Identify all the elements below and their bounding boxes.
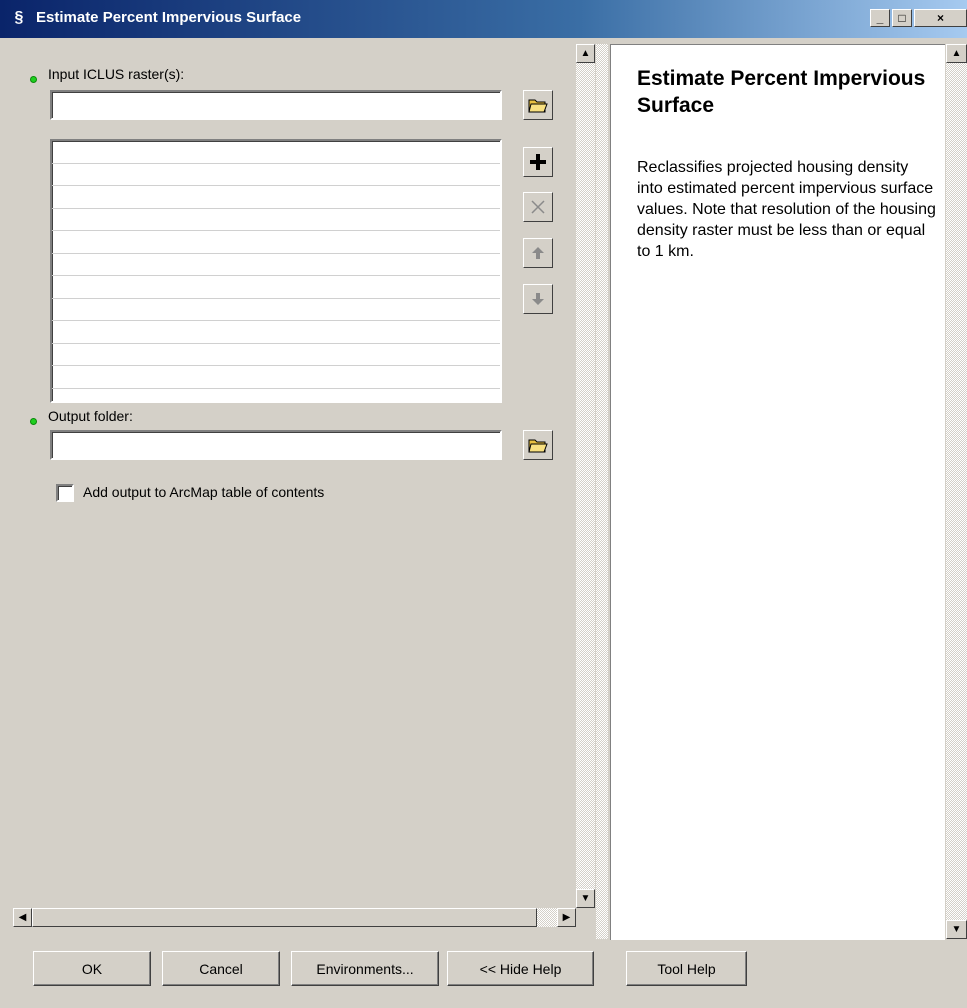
delete-x-icon [531,200,545,214]
scroll-up-button[interactable]: ▲ [576,44,595,63]
browse-output-button[interactable] [523,430,553,460]
scroll-right-button[interactable]: ▶ [557,908,576,927]
ok-button[interactable]: OK [33,951,151,986]
help-description: Reclassifies projected housing density i… [637,159,936,260]
list-item[interactable] [52,186,500,209]
parameters-panel: Input ICLUS raster(s): Output folder: Ad… [13,44,574,924]
help-scroll-up-button[interactable]: ▲ [946,44,967,63]
list-item[interactable] [52,321,500,344]
environments-button[interactable]: Environments... [291,951,439,986]
list-item[interactable] [52,299,500,321]
vertical-scrollbar[interactable] [576,44,595,908]
move-down-button[interactable] [523,284,553,314]
title-bar[interactable]: § Estimate Percent Impervious Surface _ … [0,0,967,38]
help-scroll-down-button[interactable]: ▼ [946,920,967,939]
arrow-up-icon [532,247,544,259]
list-item[interactable] [52,231,500,254]
list-item[interactable] [52,344,500,366]
required-indicator-icon [30,76,37,83]
help-panel: Estimate Percent Impervious Surface Recl… [610,44,945,940]
hide-help-button[interactable]: << Hide Help [447,951,594,986]
remove-button[interactable] [523,192,553,222]
scroll-left-button[interactable]: ◀ [13,908,32,927]
required-indicator-icon [30,418,37,425]
maximize-button[interactable]: □ [892,9,912,27]
window-title: Estimate Percent Impervious Surface [36,9,302,26]
list-item[interactable] [52,141,500,164]
cancel-button[interactable]: Cancel [162,951,280,986]
list-item[interactable] [52,164,500,186]
input-rasters-list[interactable] [50,139,502,403]
tool-help-button[interactable]: Tool Help [626,951,747,986]
panel-splitter[interactable] [596,44,608,939]
add-to-contents-checkbox[interactable] [56,484,74,502]
scroll-down-button[interactable]: ▼ [576,889,595,908]
input-rasters-label: Input ICLUS raster(s): [48,66,185,82]
list-item[interactable] [52,276,500,299]
plus-icon [530,154,546,170]
open-folder-icon [528,99,548,113]
close-button[interactable]: × [914,9,967,27]
output-folder-label: Output folder: [48,408,133,424]
help-title: Estimate Percent Impervious Surface [637,67,926,117]
output-folder-field[interactable] [50,430,502,460]
list-item[interactable] [52,366,500,389]
move-up-button[interactable] [523,238,553,268]
arrow-down-icon [532,293,544,305]
input-rasters-field[interactable] [50,90,502,120]
list-item[interactable] [52,209,500,231]
browse-input-button[interactable] [523,90,553,120]
toolbox-icon: § [14,9,24,26]
minimize-button[interactable]: _ [870,9,890,27]
help-vertical-scrollbar[interactable] [946,44,967,939]
horizontal-scroll-thumb[interactable] [32,908,537,927]
open-folder-icon [528,439,548,453]
list-item[interactable] [52,254,500,276]
add-button[interactable] [523,147,553,177]
add-to-contents-label[interactable]: Add output to ArcMap table of contents [83,484,324,500]
